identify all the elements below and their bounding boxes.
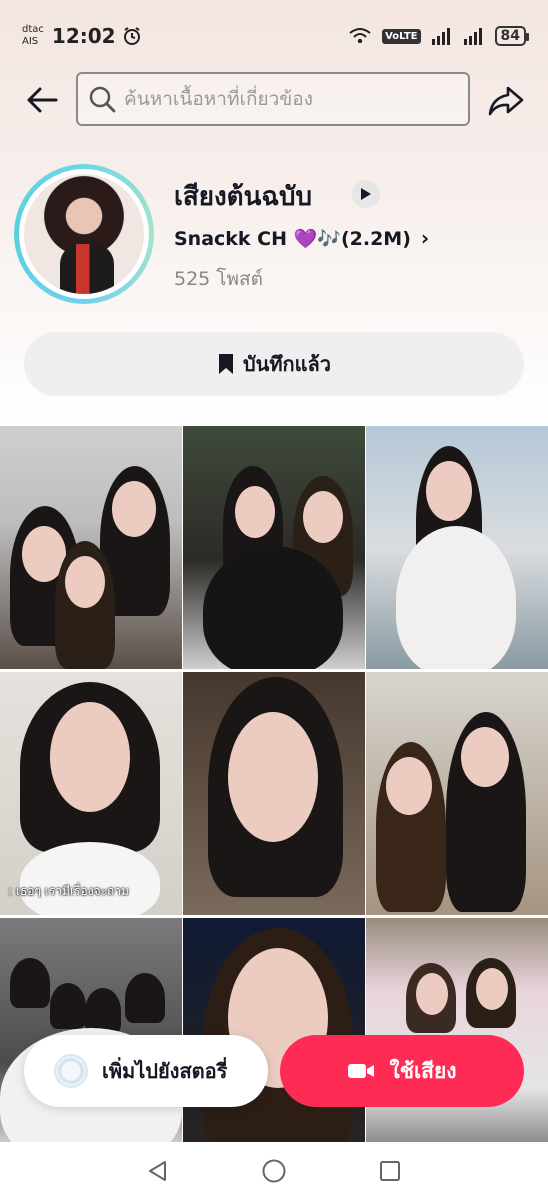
system-nav-bar [0,1142,548,1199]
sound-avatar[interactable] [14,164,154,304]
use-sound-label: ใช้เสียง [389,1058,457,1083]
signal-icon-2 [463,28,482,45]
battery-indicator: 84 [494,26,530,46]
arrow-left-icon[interactable] [22,82,62,118]
carrier-top: dtac [22,24,44,35]
video-tile[interactable]: : เธอๆ เรามีเรื่องจะถาม [0,672,182,915]
video-tile[interactable] [183,426,365,669]
search-icon [89,86,116,113]
share-icon[interactable] [486,82,526,118]
story-icon [54,1054,88,1088]
status-bar: dtac AIS 12:02 VoLTE 84 [0,18,548,54]
use-sound-button[interactable]: ใช้เสียง [280,1035,524,1107]
carrier-bottom: AIS [22,36,39,47]
author-name: Snackk CH 💜🎶(2.2M) [174,227,411,250]
wifi-icon [349,28,371,44]
saved-label: บันทึกแล้ว [242,352,332,376]
author-link[interactable]: Snackk CH 💜🎶(2.2M) › [174,226,429,250]
video-tile[interactable] [183,672,365,915]
search-input[interactable]: ค้นหาเนื้อหาที่เกี่ยวข้อง [76,72,470,126]
saved-button[interactable]: บันทึกแล้ว [24,332,524,396]
video-camera-icon [348,1064,375,1078]
nav-home-icon[interactable] [261,1158,287,1184]
nav-back-icon[interactable] [146,1159,170,1183]
video-caption: : เธอๆ เรามีเรื่องจะถาม [8,884,129,898]
video-tile[interactable] [366,426,548,669]
search-placeholder: ค้นหาเนื้อหาที่เกี่ยวข้อง [124,88,313,110]
volte-badge: VoLTE [382,28,421,44]
video-tile[interactable] [0,426,182,669]
status-time: 12:02 [51,24,116,48]
sound-title: เสียงต้นฉบับ [174,182,313,212]
signal-icon-1 [431,28,450,45]
nav-recents-icon[interactable] [378,1159,402,1183]
avatar-image [24,174,144,294]
chevron-right-icon: › [420,226,430,250]
carrier-info: dtac AIS [22,24,44,48]
play-button[interactable] [352,180,380,208]
bookmark-icon [218,354,233,374]
alarm-icon [123,27,140,45]
video-tile[interactable] [366,672,548,915]
post-count: 525 โพสต์ [174,268,263,290]
play-icon [361,188,371,200]
top-bar: ค้นหาเนื้อหาที่เกี่ยวข้อง [0,70,548,128]
add-to-story-label: เพิ่มไปยังสตอรี่ [102,1059,228,1083]
add-to-story-button[interactable]: เพิ่มไปยังสตอรี่ [24,1035,268,1107]
